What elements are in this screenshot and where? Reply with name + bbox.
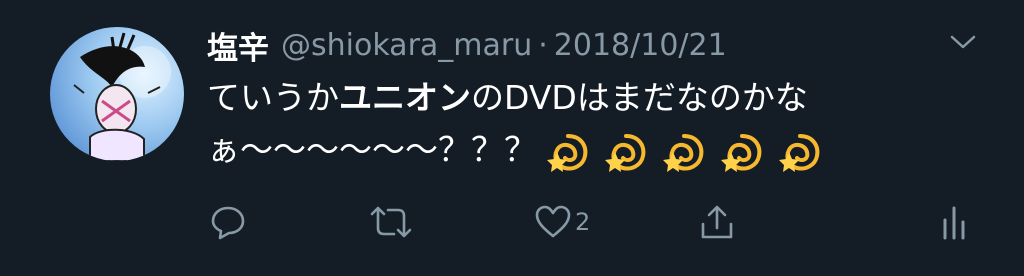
share-icon [701, 205, 733, 239]
like-count: 2 [575, 208, 591, 236]
analytics-icon [943, 206, 965, 240]
tweet-text: ていうかユニオンのDVDはまだなのかなぁ〜〜〜〜〜〜？？？ [207, 72, 987, 178]
text-suffix: のDVDはまだなのかな [471, 78, 808, 117]
dizzy-emoji-icon [779, 134, 820, 172]
dizzy-emoji-icon [605, 134, 646, 172]
avatar-image [50, 27, 184, 161]
tweet-header: 塩辛 @shiokara_maru · 2018/10/21 [207, 20, 727, 70]
text-prefix: ていうか [207, 78, 339, 117]
retweet-icon [370, 206, 412, 238]
tweet[interactable]: 塩辛 @shiokara_maru · 2018/10/21 ていうかユニオンの… [0, 0, 1024, 276]
chevron-down-icon[interactable] [945, 24, 981, 60]
user-handle[interactable]: @shiokara_maru [281, 28, 532, 63]
dizzy-emoji-icon [547, 134, 588, 172]
dizzy-emoji-icon [663, 134, 704, 172]
reply-button[interactable] [208, 196, 248, 248]
separator: · [538, 27, 548, 63]
tweet-date[interactable]: 2018/10/21 [554, 28, 727, 63]
dizzy-emoji-icon [721, 134, 762, 172]
share-button[interactable] [697, 196, 737, 248]
text-bold: ユニオン [339, 78, 471, 117]
analytics-button[interactable] [936, 196, 972, 248]
reply-icon [211, 206, 245, 240]
retweet-button[interactable] [368, 196, 414, 248]
avatar[interactable] [50, 27, 184, 161]
emoji-row [545, 126, 835, 178]
action-bar: 2 [0, 196, 1024, 248]
display-name[interactable]: 塩辛 [207, 23, 269, 68]
like-button[interactable]: 2 [533, 196, 590, 248]
heart-icon [535, 205, 571, 238]
text-line2: ぁ〜〜〜〜〜〜？？？ [207, 130, 537, 169]
